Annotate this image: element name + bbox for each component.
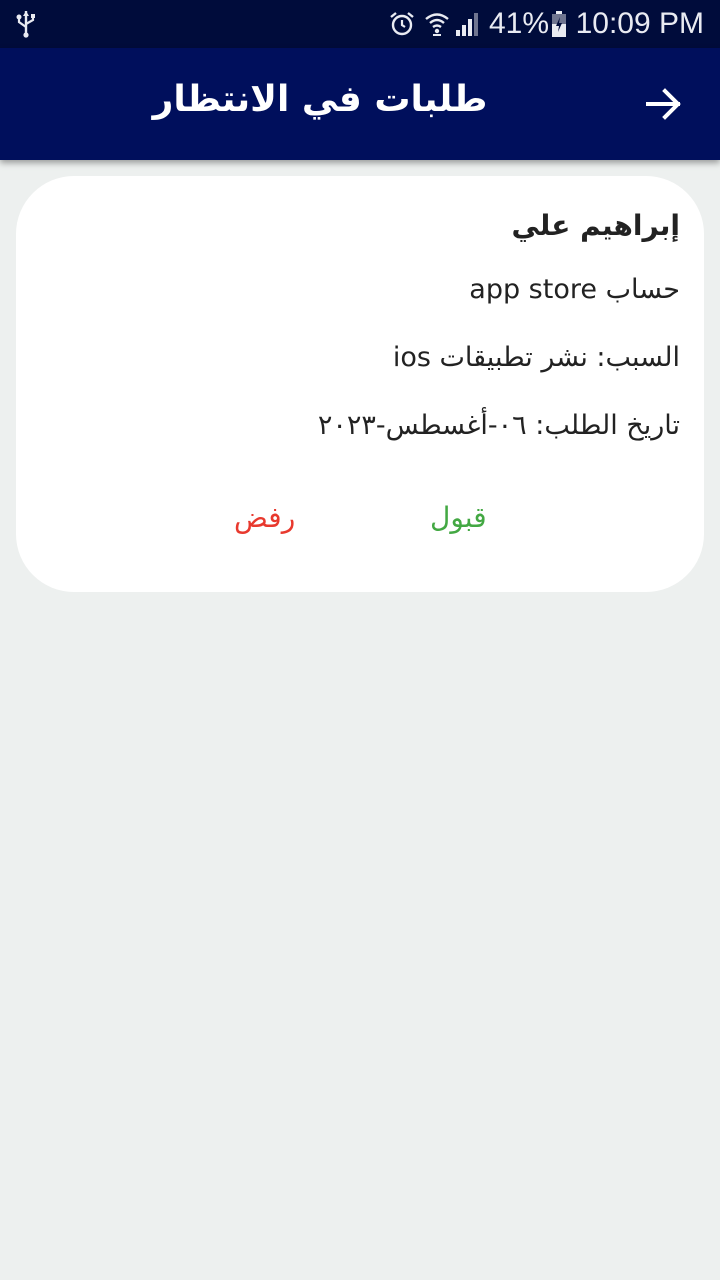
signal-icon [456, 13, 478, 36]
arrow-icon[interactable] [642, 82, 686, 126]
alarm-icon [390, 12, 414, 36]
request-card: إبراهيم علي حساب app store السبب: نشر تط… [16, 176, 704, 592]
account-type: حساب app store [469, 274, 680, 305]
battery-percent: 41% [489, 7, 550, 40]
accept-button[interactable]: قبول [430, 498, 487, 538]
status-bar: 41% 10:09 PM [0, 0, 720, 48]
app-bar: طلبات في الانتظار [0, 48, 720, 160]
reject-button[interactable]: رفض [234, 498, 295, 538]
page-title: طلبات في الانتظار [152, 79, 488, 120]
request-date: تاريخ الطلب: ٠٦-أغسطس-٢٠٢٣ [317, 410, 680, 441]
wifi-icon [425, 13, 449, 36]
requester-name: إبراهيم علي [511, 209, 680, 242]
battery-icon [552, 11, 566, 37]
request-reason: السبب: نشر تطبيقات ios [392, 342, 680, 373]
usb-icon [16, 11, 35, 38]
status-time: 10:09 PM [575, 7, 704, 40]
